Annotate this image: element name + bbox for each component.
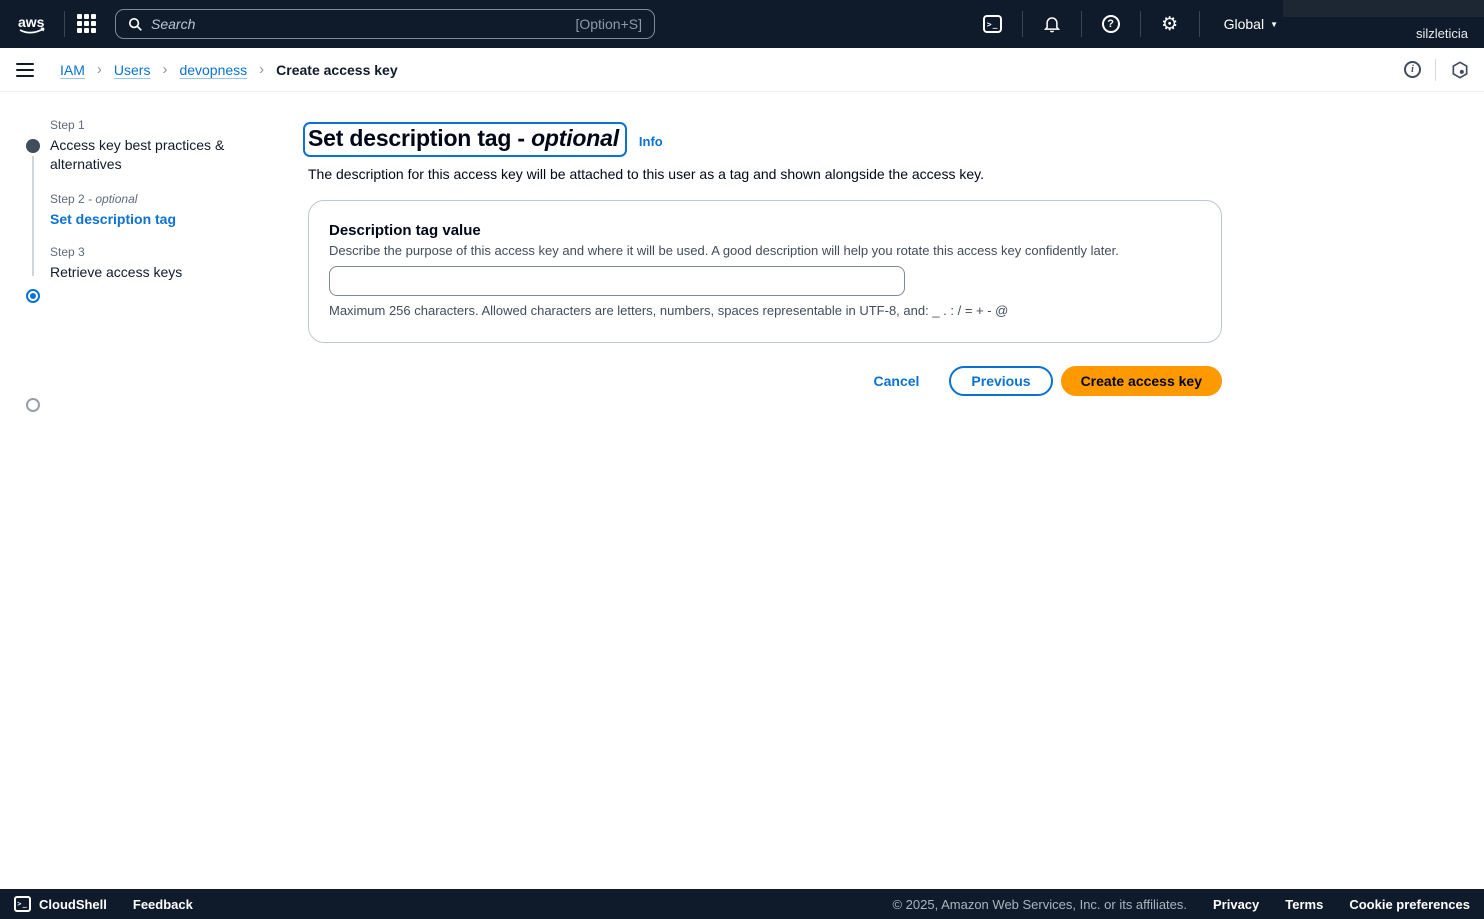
step-upcoming-bullet [26,398,40,412]
info-icon[interactable]: i [1404,61,1421,78]
aws-logo[interactable]: aws [16,12,52,36]
description-tag-card: Description tag value Describe the purpo… [308,200,1222,343]
wizard-step-3-link[interactable]: Retrieve access keys [50,263,235,282]
breadcrumb-link-devopness[interactable]: devopness [179,62,247,78]
main-content: Step 1 Access key best practices & alter… [0,92,1484,889]
cloudshell-terminal-icon: >_ [983,15,1002,33]
page-description: The description for this access key will… [308,166,1222,182]
chevron-right-icon: › [97,61,102,78]
page-title: Set description tag - optional [308,125,619,152]
global-search[interactable]: [Option+S] [115,9,655,39]
page-title-optional: optional [531,125,619,151]
help-icon: ? [1102,15,1120,33]
chevron-right-icon: › [259,61,264,78]
page-title-focus-ring: Set description tag - optional [303,122,627,157]
privacy-link[interactable]: Privacy [1213,897,1259,912]
breadcrumb-utilities: i [1404,59,1470,81]
help-button[interactable]: ? [1094,15,1128,33]
header-divider [1140,11,1141,37]
terms-link[interactable]: Terms [1285,897,1323,912]
step-active-radio [26,289,40,303]
step-optional-label: - optional [88,192,137,206]
previous-button[interactable]: Previous [949,366,1052,396]
breadcrumb-link-iam[interactable]: IAM [60,62,85,78]
breadcrumb-bar: IAM › Users › devopness › Create access … [0,48,1484,92]
field-hint: Describe the purpose of this access key … [329,243,1201,258]
chevron-right-icon: › [162,61,167,78]
wizard-step-3: Step 3 Retrieve access keys [26,245,266,282]
wizard-step-2-link[interactable]: Set description tag [50,210,235,229]
field-label: Description tag value [329,222,1201,239]
console-footer: >_ CloudShell Feedback © 2025, Amazon We… [0,889,1484,919]
copyright-notice: © 2025, Amazon Web Services, Inc. or its… [892,897,1187,912]
top-navigation-bar: aws [Option+S] >_ ? [0,0,1484,48]
cancel-button[interactable]: Cancel [874,373,920,389]
wizard-actions: Cancel Previous Create access key [308,366,1222,396]
header-utilities: >_ ? ⚙ Global ▼ [976,0,1278,48]
region-label: Global [1224,16,1264,32]
wizard-step-1: Step 1 Access key best practices & alter… [26,118,266,174]
step-meta-label: Step 2 - optional [50,192,266,206]
corner-overlay [1283,0,1484,17]
account-menu[interactable]: silzleticia [1416,26,1468,41]
breadcrumb: IAM › Users › devopness › Create access … [60,61,398,78]
cloudshell-button[interactable]: >_ [976,15,1010,33]
side-navigation-toggle[interactable] [16,63,34,77]
aws-logo-text: aws [18,14,45,30]
field-constraint: Maximum 256 characters. Allowed characte… [329,303,1201,318]
amazon-q-icon[interactable] [1450,60,1470,80]
info-link[interactable]: Info [639,134,663,149]
step-meta-label: Step 3 [50,245,266,259]
step-completed-bullet [26,139,40,153]
search-icon [128,17,143,32]
wizard-step-content: Set description tag - optional Info The … [308,122,1222,396]
footer-legal: © 2025, Amazon Web Services, Inc. or its… [892,897,1470,912]
header-divider [1022,11,1023,37]
header-divider [1081,11,1082,37]
gear-icon: ⚙ [1161,15,1178,34]
cloudshell-terminal-icon: >_ [14,896,31,912]
create-access-key-button[interactable]: Create access key [1061,366,1222,396]
header-divider [64,11,65,37]
description-tag-input[interactable] [329,266,905,296]
breadcrumb-current-page: Create access key [276,62,397,78]
settings-button[interactable]: ⚙ [1153,15,1187,34]
region-selector[interactable]: Global ▼ [1224,16,1278,32]
wizard-step-2: Step 2 - optional Set description tag [26,192,266,229]
footer-cloudshell-button[interactable]: CloudShell [39,897,107,912]
header-divider [1199,11,1200,37]
step-meta-label: Step 1 [50,118,266,132]
wizard-steps-nav: Step 1 Access key best practices & alter… [26,118,266,282]
search-shortcut-hint: [Option+S] [575,16,642,32]
services-menu-icon[interactable] [77,14,97,34]
search-input[interactable] [151,16,575,32]
breadcrumb-link-users[interactable]: Users [114,62,151,78]
chevron-down-icon: ▼ [1270,20,1278,29]
notifications-button[interactable] [1035,15,1069,33]
bell-icon [1043,15,1061,33]
wizard-step-1-link[interactable]: Access key best practices & alternatives [50,136,235,174]
cookie-preferences-link[interactable]: Cookie preferences [1349,897,1470,912]
divider [1435,59,1436,81]
footer-feedback-button[interactable]: Feedback [133,897,193,912]
